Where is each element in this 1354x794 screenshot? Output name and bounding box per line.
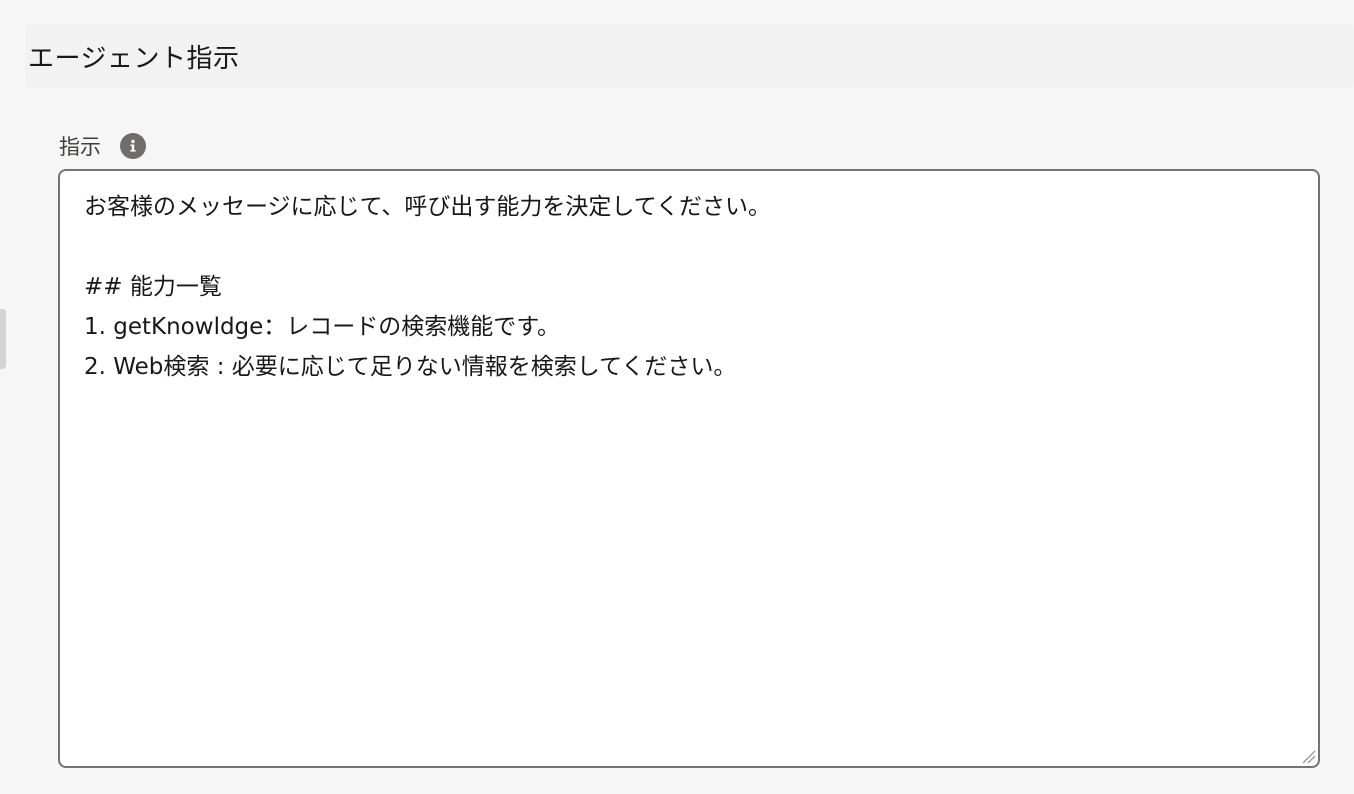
info-icon[interactable] [120,133,146,159]
field-label-row: 指示 [59,130,146,162]
instructions-textarea[interactable]: お客様のメッセージに応じて、呼び出す能力を決定してください。 ## 能力一覧 1… [58,169,1320,768]
textarea-resize-grip-icon[interactable] [1300,748,1316,764]
section-title: エージェント指示 [28,43,240,74]
instructions-text: お客様のメッセージに応じて、呼び出す能力を決定してください。 ## 能力一覧 1… [84,194,772,380]
instructions-label: 指示 [59,135,101,159]
panel-resize-handle[interactable] [0,309,6,369]
section-header: エージェント指示 [26,24,1354,88]
info-glyph [130,139,136,152]
